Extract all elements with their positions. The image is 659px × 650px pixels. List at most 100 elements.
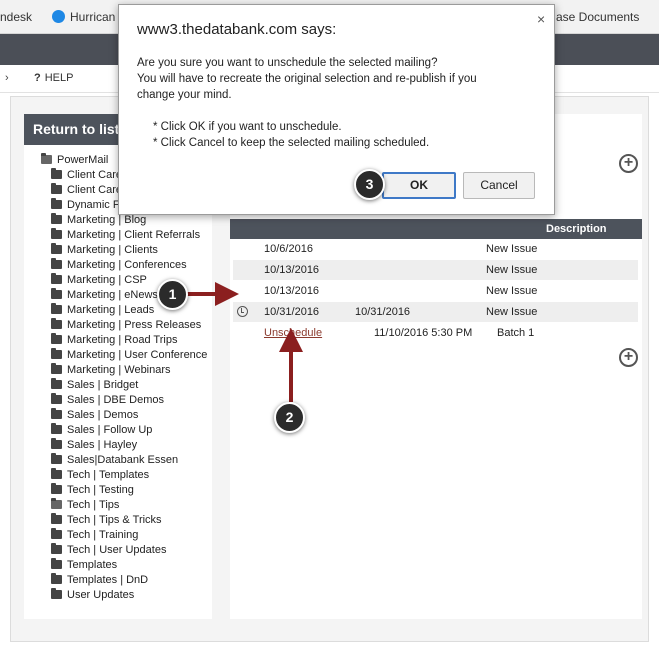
folder-label: Marketing | Leads — [67, 304, 155, 316]
folder-icon — [51, 513, 62, 524]
folder-icon — [51, 288, 62, 299]
folder-icon — [51, 393, 62, 404]
folder-label: Dynamic F — [67, 199, 120, 211]
clock-icon — [237, 306, 248, 317]
callout-2: 2 — [274, 402, 305, 433]
folder-item[interactable]: Templates — [51, 558, 117, 574]
folder-label: Tech | User Updates — [67, 544, 167, 556]
dialog-message-line: Are you sure you want to unschedule the … — [137, 57, 438, 69]
dialog-title: www3.thedatabank.com says: — [137, 21, 337, 38]
folder-item[interactable]: Marketing | Leads — [51, 303, 155, 319]
folder-item[interactable]: Client Care — [51, 168, 122, 184]
folder-item[interactable]: Marketing | Road Trips — [51, 333, 178, 349]
folder-label: Tech | Templates — [67, 469, 150, 481]
folder-item[interactable]: User Updates — [51, 588, 134, 604]
add-icon[interactable]: + — [619, 348, 638, 367]
folder-item[interactable]: Sales | Bridget — [51, 378, 138, 394]
folder-item[interactable]: Tech | Tips & Tricks — [51, 513, 162, 529]
folder-item[interactable]: Marketing | CSP — [51, 273, 147, 289]
folder-item[interactable]: Sales | Demos — [51, 408, 139, 424]
folder-item[interactable]: Marketing | Conferences — [51, 258, 187, 274]
send-date: 10/13/2016 — [264, 285, 320, 297]
folder-item[interactable]: PowerMail — [41, 153, 109, 169]
folder-item[interactable]: Marketing | Blog — [51, 213, 147, 229]
bookmark-item[interactable]: ase Documents — [556, 10, 639, 24]
folder-item[interactable]: Marketing | User Conference — [51, 348, 207, 364]
folder-icon — [51, 168, 62, 179]
description-cell: New Issue — [486, 285, 538, 297]
description-cell: New Issue — [486, 306, 538, 318]
folder-item[interactable]: Marketing | Clients — [51, 243, 158, 259]
folder-label: Tech | Training — [67, 529, 139, 541]
close-icon[interactable]: × — [537, 11, 545, 27]
folder-item[interactable]: Templates | DnD — [51, 573, 149, 589]
description-cell: New Issue — [486, 264, 538, 276]
folder-item[interactable]: Dynamic F — [51, 198, 120, 214]
folder-item[interactable]: Sales|Databank Essen — [51, 453, 179, 469]
send-date: 10/6/2016 — [264, 243, 313, 255]
folder-item[interactable]: Sales | Follow Up — [51, 423, 153, 439]
send-date: 10/13/2016 — [264, 264, 320, 276]
folder-open-icon — [41, 153, 52, 164]
folder-label: Sales | Demos — [67, 409, 139, 421]
callout-3: 3 — [354, 169, 385, 200]
confirm-dialog: www3.thedatabank.com says: × Are you sur… — [118, 4, 555, 215]
folder-label: Sales | Follow Up — [67, 424, 153, 436]
chevron-right-icon[interactable]: › — [5, 72, 9, 84]
add-icon[interactable]: + — [619, 154, 638, 173]
hurricane-icon — [52, 10, 65, 23]
folder-icon — [51, 198, 62, 209]
bookmark-label: Hurrican — [70, 10, 116, 24]
folder-label: Sales | Hayley — [67, 439, 138, 451]
folder-item[interactable]: Sales | DBE Demos — [51, 393, 165, 409]
bookmark-item[interactable]: ndesk — [0, 10, 32, 24]
description-column-header: Description — [546, 223, 607, 235]
folder-label: Templates | DnD — [67, 574, 149, 586]
cancel-button[interactable]: Cancel — [463, 172, 535, 199]
folder-icon — [51, 528, 62, 539]
folder-label: Marketing | Press Releases — [67, 319, 202, 331]
folder-item[interactable]: Marketing | Webinars — [51, 363, 171, 379]
folder-icon — [51, 333, 62, 344]
schedule-row: Unschedule 11/10/2016 5:30 PM Batch 1 — [233, 323, 638, 343]
folder-item[interactable]: Marketing | Press Releases — [51, 318, 202, 334]
folder-icon — [51, 588, 62, 599]
help-link[interactable]: ? HELP — [34, 72, 73, 84]
folder-label: Marketing | Road Trips — [67, 334, 178, 346]
table-row[interactable]: 10/31/2016 10/31/2016 New Issue — [233, 302, 638, 322]
folder-label: Marketing | Blog — [67, 214, 147, 226]
folder-label: Tech | Tips — [67, 499, 120, 511]
dialog-bullet: * Click OK if you want to unschedule. — [153, 121, 342, 133]
schedule-datetime: 11/10/2016 5:30 PM — [374, 327, 473, 339]
folder-label: Sales | DBE Demos — [67, 394, 165, 406]
folder-icon — [51, 363, 62, 374]
table-row[interactable]: 10/13/2016 New Issue — [233, 260, 638, 280]
ok-button[interactable]: OK — [382, 172, 456, 199]
folder-icon — [51, 183, 62, 194]
folder-item[interactable]: Tech | Training — [51, 528, 139, 544]
folder-item[interactable]: Sales | Hayley — [51, 438, 138, 454]
folder-label: Marketing | Client Referrals — [67, 229, 201, 241]
table-row[interactable]: 10/6/2016 New Issue — [233, 239, 638, 259]
folder-item[interactable]: Marketing | eNews — [51, 288, 158, 304]
folder-item[interactable]: Marketing | Client Referrals — [51, 228, 201, 244]
folder-icon — [51, 543, 62, 554]
folder-label: Sales|Databank Essen — [67, 454, 179, 466]
folder-item[interactable]: Tech | User Updates — [51, 543, 167, 559]
folder-label: PowerMail — [57, 154, 109, 166]
folder-item[interactable]: Tech | Templates — [51, 468, 150, 484]
folder-icon — [51, 273, 62, 284]
folder-item[interactable]: Tech | Tips — [51, 498, 120, 514]
table-row[interactable]: 10/13/2016 New Issue — [233, 281, 638, 301]
bookmark-item[interactable]: Hurrican — [52, 10, 115, 24]
folder-icon — [51, 558, 62, 569]
folder-item[interactable]: Client Care — [51, 183, 123, 199]
folder-icon — [51, 573, 62, 584]
folder-label: Client Care — [67, 184, 123, 196]
folder-icon — [51, 213, 62, 224]
folder-label: Marketing | CSP — [67, 274, 147, 286]
folder-icon — [51, 468, 62, 479]
folder-item[interactable]: Tech | Testing — [51, 483, 134, 499]
batch-label: Batch 1 — [497, 327, 535, 339]
unschedule-link[interactable]: Unschedule — [264, 327, 322, 339]
